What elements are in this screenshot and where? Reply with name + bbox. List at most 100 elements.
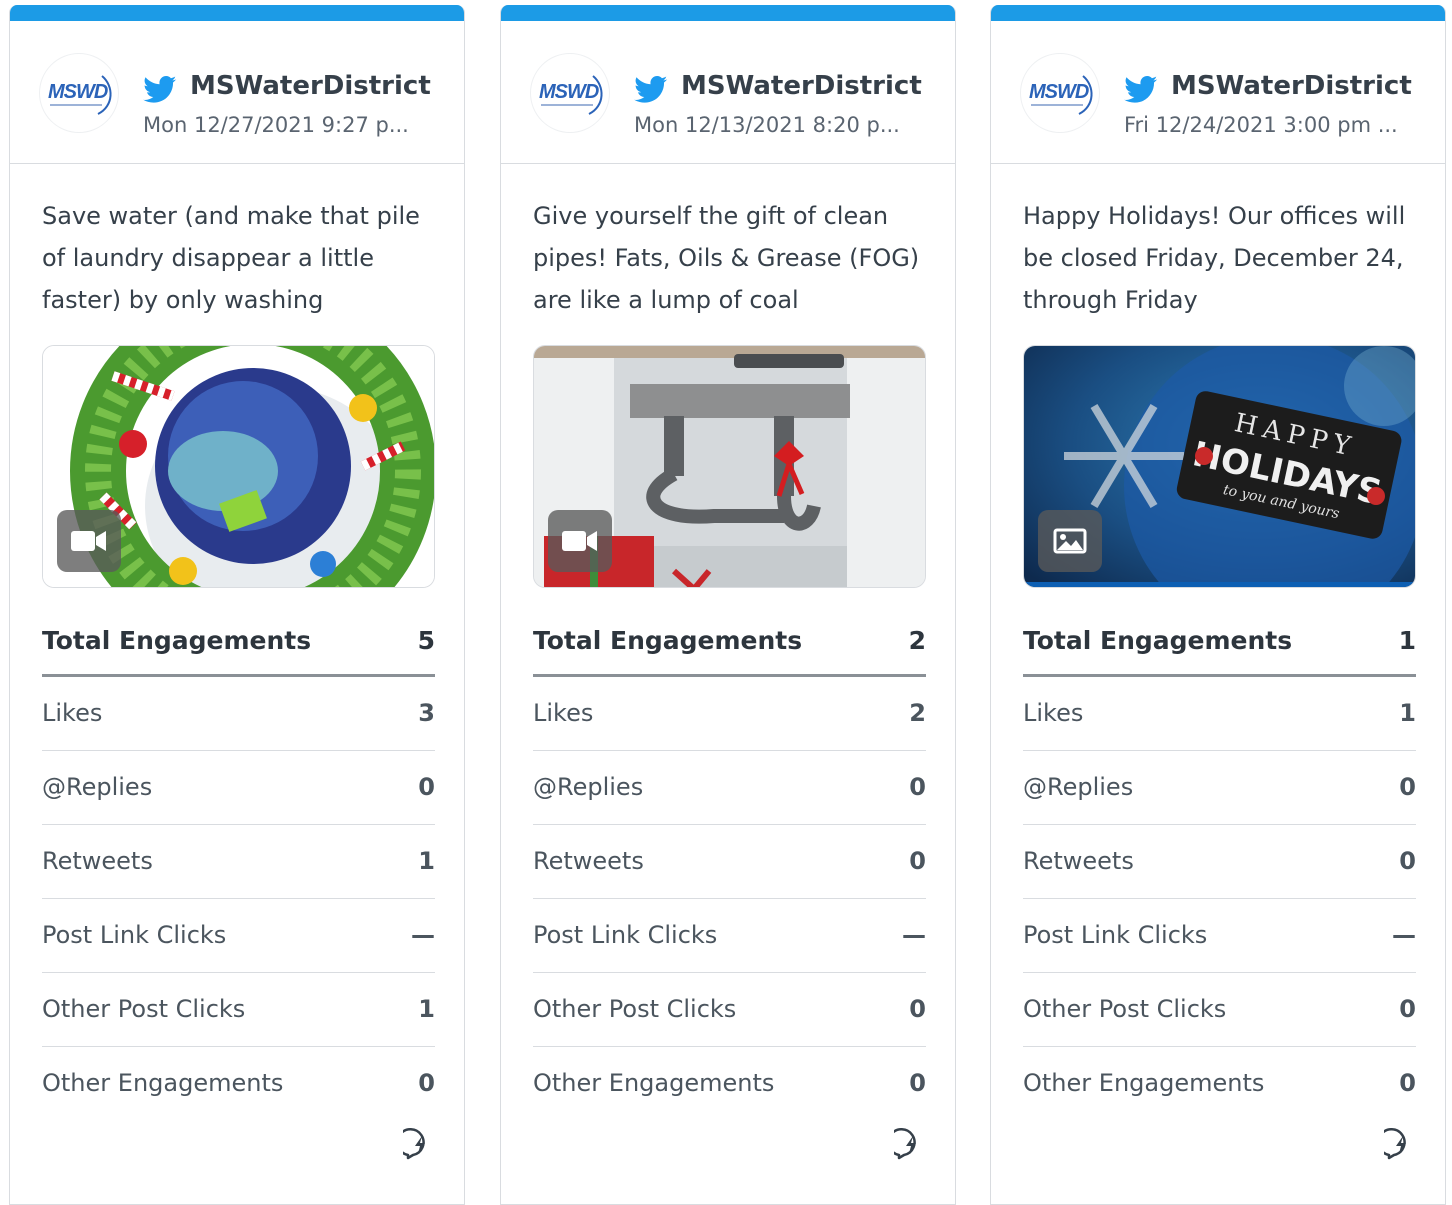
metric-label: Post Link Clicks [533,921,718,949]
image-icon [1053,528,1087,554]
metric-value: 0 [418,773,435,801]
metric-row-likes: Likes 3 [42,677,435,751]
metric-value: — [1392,921,1416,949]
metric-label: Likes [533,699,594,727]
total-engagements-row: Total Engagements 2 [533,603,926,677]
avatar-logo-text: MSWD [48,81,108,103]
metric-value: — [411,921,435,949]
metric-label: @Replies [42,773,153,801]
text-fade [344,279,434,321]
twitter-bird-icon [1124,76,1158,103]
metric-label: @Replies [1023,773,1134,801]
post-media-image[interactable]: HAPPY HOLIDAYS to you and yours [1023,345,1416,588]
twitter-bird-icon [143,76,177,103]
engagement-metrics: Total Engagements 5 Likes 3 @Replies 0 R… [42,603,435,1121]
metric-row-replies: @Replies 0 [42,751,435,825]
account-name[interactable]: MSWaterDistrict [1171,71,1412,101]
metric-value: 0 [1399,995,1416,1023]
post-card[interactable]: MSWD MSWaterDistrict Mon 12/27/2021 9:27… [9,5,465,1205]
metric-label: Retweets [1023,847,1134,875]
metric-row-replies: @Replies 0 [1023,751,1416,825]
card-accent-bar [991,5,1445,21]
metric-label: Post Link Clicks [42,921,227,949]
account-avatar[interactable]: MSWD [530,53,610,133]
metric-value: 2 [909,699,926,727]
metric-label: Retweets [42,847,153,875]
total-engagements-label: Total Engagements [533,626,803,655]
twitter-bird-icon [634,76,668,103]
metric-row-other-post-clicks: Other Post Clicks 0 [533,973,926,1047]
metric-label: Likes [1023,699,1084,727]
total-engagements-row: Total Engagements 5 [42,603,435,677]
metric-label: Other Post Clicks [533,995,737,1023]
metric-label: Retweets [533,847,644,875]
account-name[interactable]: MSWaterDistrict [190,71,431,101]
metric-row-retweets: Retweets 1 [42,825,435,899]
metric-value: 1 [1399,699,1416,727]
video-camera-icon [71,531,106,551]
metric-value: 1 [418,847,435,875]
video-badge [548,510,612,572]
post-timestamp: Mon 12/27/2021 9:27 p... [143,113,409,137]
account-avatar[interactable]: MSWD [1020,53,1100,133]
post-media-video[interactable] [42,345,435,588]
post-card[interactable]: MSWD MSWaterDistrict Mon 12/13/2021 8:20… [500,5,956,1205]
metric-row-replies: @Replies 0 [533,751,926,825]
metric-row-other-engagements: Other Engagements 0 [1023,1047,1416,1121]
post-text[interactable]: Save water (and make that pile of laundr… [42,195,434,321]
image-badge [1038,510,1102,572]
post-card[interactable]: MSWD MSWaterDistrict Fri 12/24/2021 3:00… [990,5,1446,1205]
metric-label: Likes [42,699,103,727]
metric-row-other-post-clicks: Other Post Clicks 1 [42,973,435,1047]
metric-value: 0 [1399,1069,1416,1097]
account-avatar[interactable]: MSWD [39,53,119,133]
metric-value: 1 [418,995,435,1023]
avatar-logo-text: MSWD [539,81,599,103]
post-timestamp: Mon 12/13/2021 8:20 p... [634,113,900,137]
avatar-logo-text: MSWD [1029,81,1089,103]
account-name[interactable]: MSWaterDistrict [681,71,922,101]
card-accent-bar [10,5,464,21]
card-header: MSWD MSWaterDistrict Mon 12/27/2021 9:27… [10,21,464,164]
metric-value: 0 [909,847,926,875]
total-engagements-value: 2 [908,626,926,655]
card-header: MSWD MSWaterDistrict Fri 12/24/2021 3:00… [991,21,1445,164]
post-text[interactable]: Give yourself the gift of clean pipes! F… [533,195,925,321]
post-timestamp: Fri 12/24/2021 3:00 pm ... [1124,113,1398,137]
metric-value: 0 [1399,847,1416,875]
boost-post-icon[interactable] [894,1128,928,1162]
metric-value: — [902,921,926,949]
metric-row-retweets: Retweets 0 [533,825,926,899]
metric-label: Other Engagements [533,1069,775,1097]
text-fade [835,279,925,321]
total-engagements-value: 5 [417,626,435,655]
metric-value: 0 [909,995,926,1023]
metric-row-other-engagements: Other Engagements 0 [42,1047,435,1121]
metric-label: @Replies [533,773,644,801]
metric-row-post-link-clicks: Post Link Clicks — [1023,899,1416,973]
card-header: MSWD MSWaterDistrict Mon 12/13/2021 8:20… [501,21,955,164]
boost-post-icon[interactable] [1384,1128,1418,1162]
total-engagements-label: Total Engagements [1023,626,1293,655]
metric-label: Other Engagements [42,1069,284,1097]
boost-post-icon[interactable] [403,1128,437,1162]
post-cards-grid: MSWD MSWaterDistrict Mon 12/27/2021 9:27… [9,5,1449,1205]
metric-row-other-post-clicks: Other Post Clicks 0 [1023,973,1416,1047]
total-engagements-value: 1 [1398,626,1416,655]
metric-value: 0 [418,1069,435,1097]
metric-label: Other Post Clicks [1023,995,1227,1023]
total-engagements-label: Total Engagements [42,626,312,655]
engagement-metrics: Total Engagements 1 Likes 1 @Replies 0 R… [1023,603,1416,1121]
metric-row-post-link-clicks: Post Link Clicks — [533,899,926,973]
total-engagements-row: Total Engagements 1 [1023,603,1416,677]
metric-label: Post Link Clicks [1023,921,1208,949]
card-accent-bar [501,5,955,21]
metric-label: Other Engagements [1023,1069,1265,1097]
video-camera-icon [562,531,597,551]
post-text[interactable]: Happy Holidays! Our offices will be clos… [1023,195,1415,321]
metric-row-likes: Likes 2 [533,677,926,751]
metric-value: 3 [418,699,435,727]
metric-value: 0 [1399,773,1416,801]
metric-row-post-link-clicks: Post Link Clicks — [42,899,435,973]
post-media-video[interactable] [533,345,926,588]
